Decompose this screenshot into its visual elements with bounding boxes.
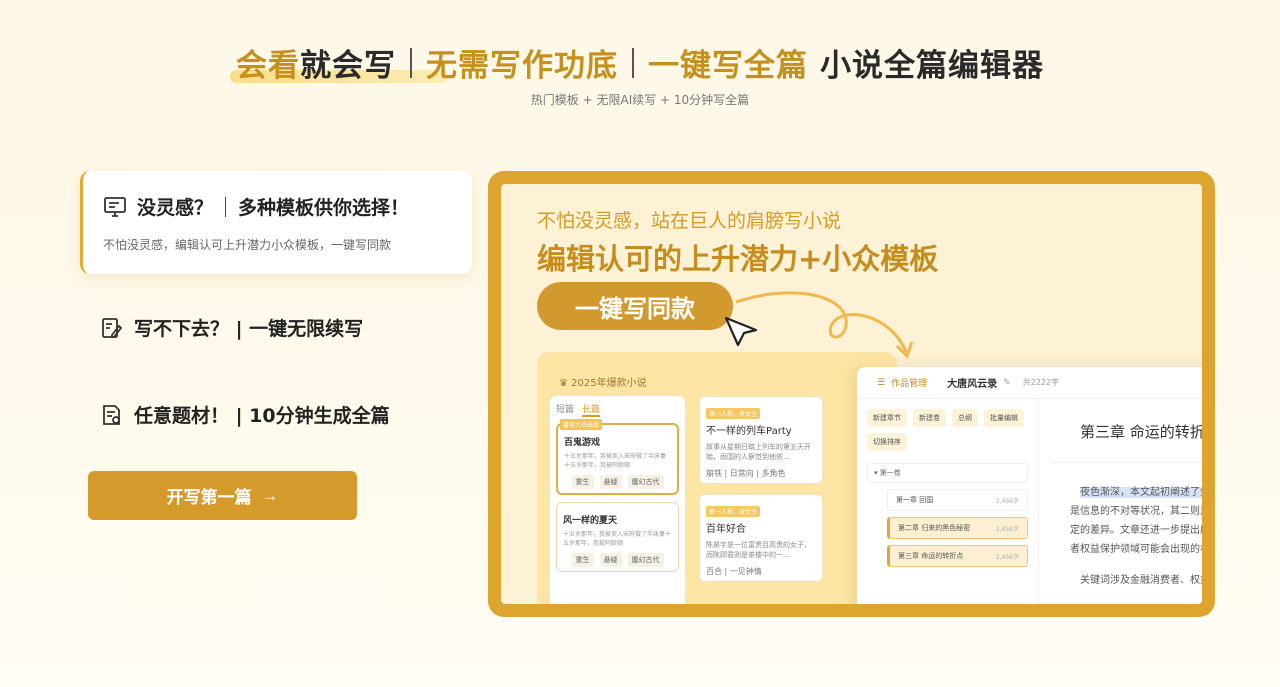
tag: 重生 [571, 553, 594, 567]
chevron-down-icon: ▾ [874, 469, 878, 477]
volume-label: 第一卷 [879, 469, 901, 477]
template-badge: 番茄大热出版 [560, 419, 603, 430]
paragraph-2: 关键词涉及金融消费者、权益 [1080, 575, 1202, 586]
headline-part1-dark: 就会写 [300, 48, 396, 84]
headline-part3-gold: 一键写全篇 [648, 48, 808, 84]
book-title: 不一样的列车Party [706, 426, 792, 437]
template-card[interactable]: 风一样的夏天 十五岁那年，我被卖入宋府做了半床妻十五岁那年，我被阿娘顿 重生 悬… [556, 502, 679, 572]
book-card[interactable]: 第一人称，双女主 百年好合 陈昊宇是一位富贵且高贵的女子，而陈顾君则是茶楼中的一… [699, 494, 823, 582]
book-title: 百年好合 [706, 524, 746, 535]
template-desc: 十五岁那年，我被卖入宋府做了半床妻十五岁那年，我被阿娘顿 [564, 453, 667, 469]
arrow-right-icon: → [261, 485, 279, 505]
cursor-icon [724, 316, 758, 347]
showcase-frame: 不怕没灵感，站在巨人的肩膀写小说 编辑认可的上升潜力+小众模板 一键写同款 ♛ … [488, 171, 1215, 617]
headline-part3-dark: 小说全篇编辑器 [820, 48, 1044, 84]
sort-toggle-button[interactable]: 切换排序 [867, 433, 907, 451]
headline-divider [632, 47, 634, 78]
headline-part2: 无需写作功底 [426, 48, 618, 84]
chapter-item[interactable]: 第二章 归来的黑色秘密 2,456字 [887, 517, 1028, 539]
template-panel-title: 2025年爆款小说 [571, 378, 647, 389]
paragraph-line: 者权益保护领域可能会出现的机 [1070, 544, 1202, 555]
chapter-item[interactable]: 第一章 回国 2,456字 [887, 489, 1028, 511]
template-title: 风一样的夏天 [563, 516, 618, 526]
showcase-subtitle: 不怕没灵感，站在巨人的肩膀写小说 [537, 210, 842, 232]
feature-item-any-topic[interactable]: 任意题材！ | 10分钟生成全篇 [100, 401, 390, 428]
chapter-count: 2,456字 [995, 497, 1019, 505]
feature-item-continue[interactable]: 写不下去？ | 一键无限续写 [100, 314, 363, 341]
write-same-button[interactable]: 一键写同款 [537, 282, 733, 330]
book-desc: 陈昊宇是一位富贵且高贵的女子，而陈顾君则是茶楼中的一… [706, 541, 811, 559]
tag: 悬疑 [599, 475, 622, 489]
edit-icon [100, 316, 124, 340]
new-chapter-button[interactable]: 新建章节 [867, 409, 907, 427]
word-count: 共2222字 [1022, 378, 1059, 387]
book-genre: 百合 | 一见钟情 [706, 567, 762, 576]
chapter-count: 2,456字 [995, 553, 1019, 561]
template-panel: ♛ 2025年爆款小说 短篇 长篇 番茄大热出版 百鬼游戏 十五岁那年，我被卖入… [537, 352, 897, 604]
showcase-inner: 不怕没灵感，站在巨人的肩膀写小说 编辑认可的上升潜力+小众模板 一键写同款 ♛ … [501, 184, 1202, 604]
template-card[interactable]: 番茄大热出版 百鬼游戏 十五岁那年，我被卖入宋府做了半床妻十五岁那年，我被阿娘顿… [556, 419, 679, 495]
trophy-icon: ♛ [559, 378, 568, 389]
template-desc: 十五岁那年，我被卖入宋府做了半床妻十五岁那年，我被阿娘顿 [563, 531, 672, 547]
pencil-icon[interactable]: ✎ [1003, 378, 1011, 388]
chapter-heading: 第三章 命运的转折点 [1080, 423, 1202, 441]
feature-desc: 不怕没灵感，编辑认可上升潜力小众模板，一键写同款 [103, 238, 392, 252]
feature-divider [225, 196, 227, 217]
chapter-sidebar: 新建章节 新建卷 总纲 批量编辑 切换排序 ▾ 第一卷 第一章 回国 2,456… [857, 399, 1039, 604]
book-name: 大唐风云录 [947, 379, 998, 390]
feature-title-a: 没灵感？ [137, 197, 214, 219]
tag: 悬疑 [599, 553, 622, 567]
tab-short[interactable]: 短篇 [556, 402, 574, 417]
book-badge: 第一人称，双女主 [706, 506, 761, 517]
batch-edit-button[interactable]: 批量编辑 [984, 409, 1024, 427]
feature-title-b: 多种模板供你选择！ [238, 197, 410, 219]
chapter-title: 第三章 命运的转折点 [898, 552, 964, 560]
tag: 魔幻古代 [627, 475, 664, 489]
paragraph-line: 定的差异。文章还进一步提出应 [1070, 525, 1202, 536]
book-badge: 第一人称，男女主 [706, 408, 761, 419]
outline-button[interactable]: 总纲 [952, 409, 978, 427]
chapter-count: 2,456字 [995, 525, 1019, 533]
volume-item[interactable]: ▾ 第一卷 [867, 463, 1028, 483]
tab-long[interactable]: 长篇 [582, 402, 601, 417]
template-list: 短篇 长篇 番茄大热出版 百鬼游戏 十五岁那年，我被卖入宋府做了半床妻十五岁那年… [550, 396, 685, 604]
divider [1050, 462, 1202, 463]
editor-content[interactable]: 第三章 命运的转折点 夜色渐深，本文起初阐述了金 是信息的不对等状况，其二则是 … [1040, 399, 1202, 604]
hero: 会看 就会写 无需写作功底 一键写全篇 小说全篇编辑器 热门模板 + 无限AI续… [0, 40, 1280, 108]
showcase-title: 编辑认可的上升潜力+小众模板 [537, 242, 939, 276]
highlighted-text: 夜色渐深，本文起初阐述了金 [1080, 487, 1202, 498]
editor-window: ☰ 作品管理 大唐风云录 ✎ 共2222字 新建章节 新建卷 总纲 批量编辑 切… [857, 367, 1202, 604]
book-desc: 故事从星期日踏上列车的第五天开始，雨围的人察觉到他依… [706, 443, 811, 461]
headline-part1-gold: 会看 [236, 48, 300, 84]
feature-item-label: 任意题材！ | 10分钟生成全篇 [134, 405, 390, 427]
headline-divider [410, 47, 412, 78]
paragraph: 夜色渐深，本文起初阐述了金 是信息的不对等状况，其二则是 定的差异。文章还进一步… [1070, 483, 1202, 559]
start-writing-label: 开写第一篇 [166, 488, 252, 507]
chapter-title: 第二章 归来的黑色秘密 [898, 524, 971, 532]
paragraph-line: 是信息的不对等状况，其二则是 [1070, 506, 1202, 517]
headline: 会看 就会写 无需写作功底 一键写全篇 小说全篇编辑器 [236, 40, 1044, 85]
tag: 魔幻古代 [627, 553, 664, 567]
chapter-title: 第一章 回国 [896, 496, 934, 504]
tag: 重生 [571, 475, 594, 489]
book-column: 第一人称，男女主 不一样的列车Party 故事从星期日踏上列车的第五天开始，雨围… [699, 396, 823, 592]
template-title: 百鬼游戏 [564, 438, 601, 448]
hero-subline: 热门模板 + 无限AI续写 + 10分钟写全篇 [530, 93, 750, 107]
feature-card-inspiration[interactable]: 没灵感？ 多种模板供你选择！ 不怕没灵感，编辑认可上升潜力小众模板，一键写同款 [80, 171, 472, 274]
editor-topbar: ☰ 作品管理 大唐风云录 ✎ 共2222字 [857, 367, 1202, 399]
book-genre: 崩铁 | 日常向 | 多角色 [706, 469, 786, 478]
feature-item-label: 写不下去？ | 一键无限续写 [134, 318, 364, 340]
start-writing-button[interactable]: 开写第一篇 → [88, 471, 357, 520]
layers-icon: ☰ [877, 377, 886, 388]
document-icon [100, 403, 124, 427]
works-management-link[interactable]: 作品管理 [891, 376, 927, 389]
chapter-item[interactable]: 第三章 命运的转折点 2,456字 [887, 545, 1028, 567]
new-volume-button[interactable]: 新建卷 [913, 409, 946, 427]
template-panel-header: ♛ 2025年爆款小说 [559, 374, 885, 390]
monitor-icon [103, 195, 127, 219]
book-card[interactable]: 第一人称，男女主 不一样的列车Party 故事从星期日踏上列车的第五天开始，雨围… [699, 396, 823, 484]
